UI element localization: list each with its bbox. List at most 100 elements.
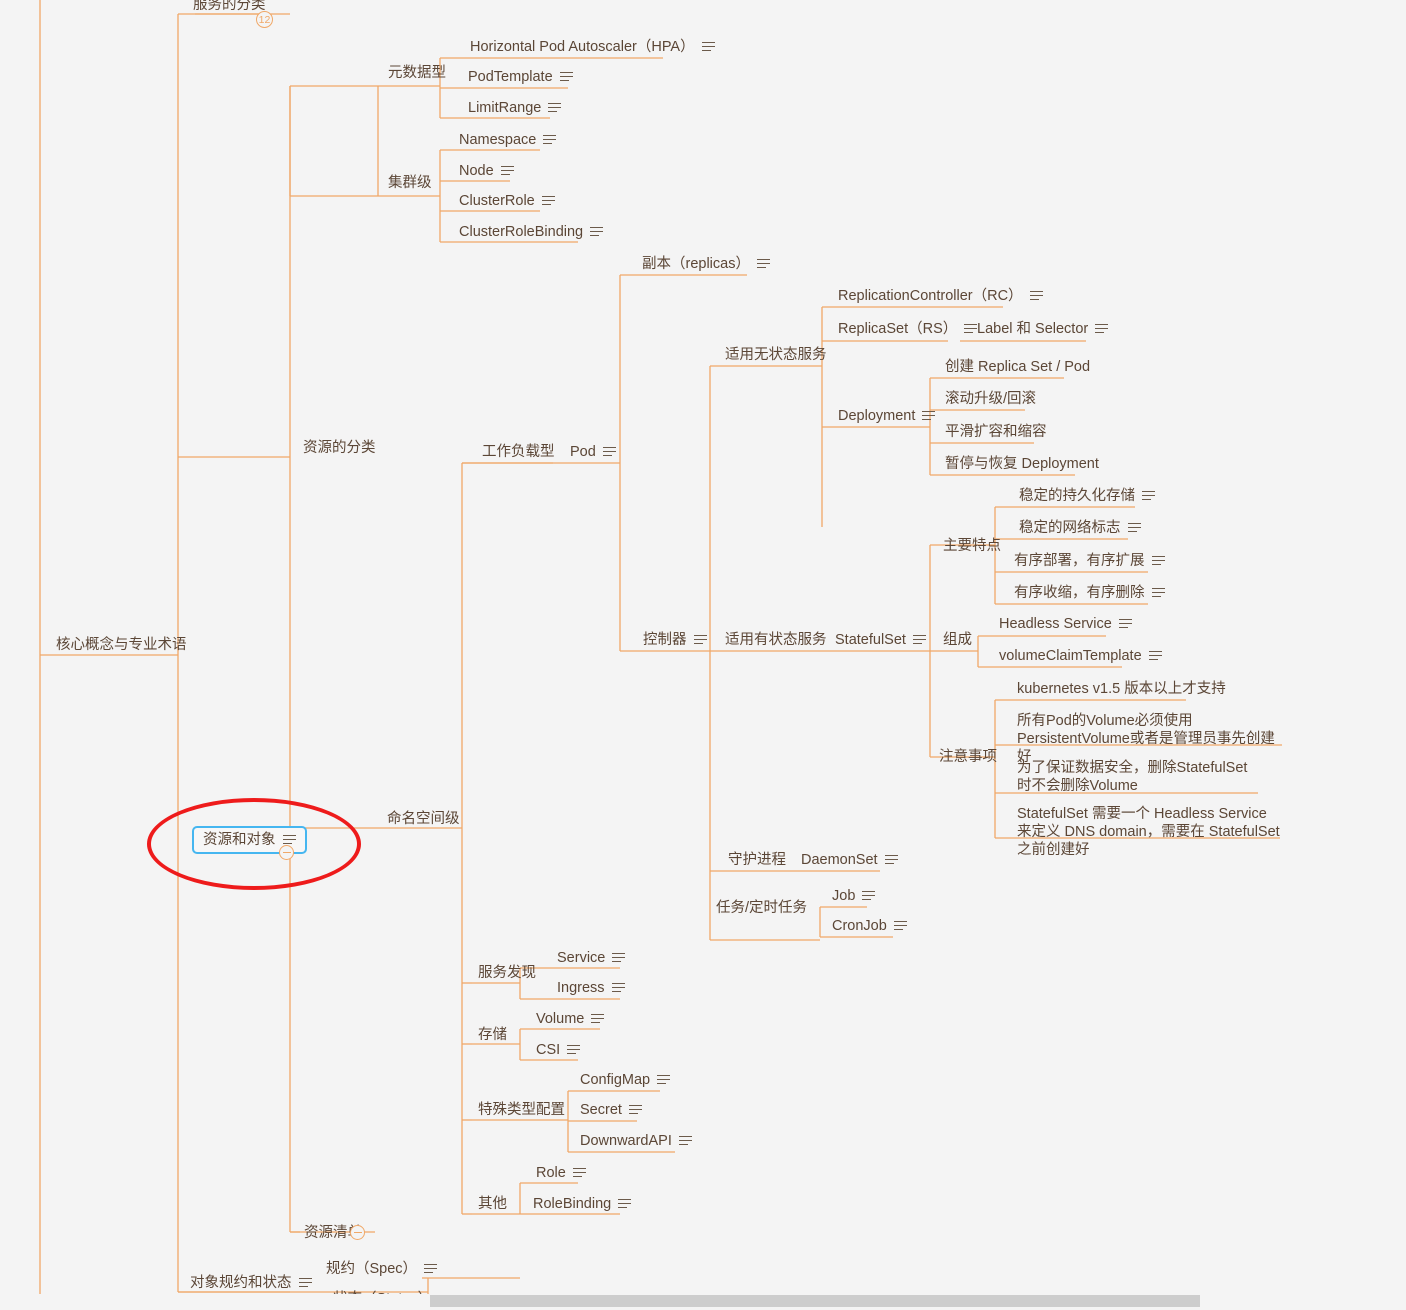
notes-icon[interactable] [572, 1167, 586, 1179]
node-feature-stable-storage[interactable]: 稳定的持久化存储 [1015, 485, 1159, 507]
notes-icon[interactable] [548, 102, 562, 114]
notes-icon[interactable] [862, 890, 876, 902]
notes-icon[interactable] [541, 195, 555, 207]
node-feature-ordered-deploy[interactable]: 有序部署，有序扩展 [1010, 550, 1169, 572]
node-feature-stable-network[interactable]: 稳定的网络标志 [1015, 517, 1145, 539]
node-ingress[interactable]: Ingress [553, 977, 629, 999]
notes-icon[interactable] [618, 1198, 632, 1210]
notes-icon[interactable] [611, 982, 625, 994]
notes-icon[interactable] [678, 1135, 692, 1147]
notes-icon[interactable] [1142, 490, 1155, 502]
node-note-headless-dns[interactable]: StatefulSet 需要一个 Headless Service 来定义 DN… [1013, 803, 1285, 861]
collapse-toggle-resources-and-objects[interactable] [279, 845, 294, 860]
node-limit-range[interactable]: LimitRange [464, 97, 565, 119]
node-cluster-role[interactable]: ClusterRole [455, 190, 559, 212]
node-namespace[interactable]: Namespace [455, 129, 560, 151]
notes-icon[interactable] [559, 71, 573, 83]
node-role-binding[interactable]: RoleBinding [529, 1193, 635, 1215]
node-deployment-scaling[interactable]: 平滑扩容和缩容 [941, 421, 1051, 443]
node-configmap[interactable]: ConfigMap [576, 1069, 674, 1091]
node-stateless-services[interactable]: 适用无状态服务 [721, 344, 831, 366]
mindmap-canvas[interactable]: 核心概念与专业术语 服务的分类 12 资源的分类 对象规约和状态 资源清单 规约… [0, 0, 1406, 1308]
node-replicaset[interactable]: ReplicaSet（RS） [834, 318, 981, 340]
node-daemonset[interactable]: DaemonSet [797, 849, 902, 871]
node-replicas[interactable]: 副本（replicas） [638, 253, 774, 275]
node-job[interactable]: Job [828, 885, 879, 907]
node-label-and-selector[interactable]: Label 和 Selector [973, 318, 1112, 340]
notes-icon[interactable] [884, 854, 898, 866]
node-object-spec-status[interactable]: 对象规约和状态 [186, 1272, 316, 1294]
node-deployment-rolling-update[interactable]: 滚动升级/回滚 [941, 388, 1040, 410]
node-cluster-role-binding[interactable]: ClusterRoleBinding [455, 221, 607, 243]
node-volume-claim-template[interactable]: volumeClaimTemplate [995, 645, 1166, 667]
node-other[interactable]: 其他 [474, 1193, 511, 1215]
notes-icon[interactable] [1095, 323, 1109, 335]
node-workload-type[interactable]: 工作负载型 [478, 441, 559, 463]
node-stateful-services[interactable]: 适用有状态服务 [721, 629, 831, 651]
horizontal-scrollbar-track[interactable] [0, 1294, 1406, 1308]
horizontal-scrollbar-thumb[interactable] [430, 1295, 1200, 1307]
notes-icon[interactable] [701, 41, 715, 53]
node-spec[interactable]: 规约（Spec） [322, 1258, 441, 1280]
node-replication-controller[interactable]: ReplicationController（RC） [834, 285, 1047, 307]
node-node[interactable]: Node [455, 160, 518, 182]
node-storage[interactable]: 存储 [474, 1024, 511, 1046]
notes-icon[interactable] [756, 258, 770, 270]
count-badge[interactable]: 12 [256, 11, 273, 28]
notes-icon[interactable] [693, 634, 707, 646]
notes-icon[interactable] [1148, 650, 1162, 662]
notes-icon[interactable] [1151, 587, 1165, 599]
node-note-delete-safety[interactable]: 为了保证数据安全，删除StatefulSet时不会删除Volume [1013, 757, 1265, 797]
node-root[interactable]: 核心概念与专业术语 [52, 634, 191, 656]
notes-icon[interactable] [1118, 618, 1132, 630]
node-service[interactable]: Service [553, 947, 629, 969]
node-note-k8s-version[interactable]: kubernetes v1.5 版本以上才支持 [1013, 678, 1230, 700]
node-role[interactable]: Role [532, 1162, 590, 1184]
node-cluster-level[interactable]: 集群级 [384, 172, 436, 194]
node-namespace-level[interactable]: 命名空间级 [383, 808, 464, 830]
notes-icon[interactable] [612, 952, 626, 964]
node-notes-title[interactable]: 注意事项 [935, 746, 1001, 768]
notes-icon[interactable] [893, 920, 907, 932]
node-feature-ordered-shrink[interactable]: 有序收缩，有序删除 [1010, 582, 1169, 604]
node-resource-classification[interactable]: 资源的分类 [299, 437, 380, 459]
notes-icon[interactable] [282, 834, 296, 846]
node-secret[interactable]: Secret [576, 1099, 646, 1121]
notes-icon[interactable] [500, 165, 514, 177]
node-deployment[interactable]: Deployment [834, 405, 939, 427]
node-daemon-process[interactable]: 守护进程 [724, 849, 790, 871]
notes-icon[interactable] [657, 1074, 671, 1086]
node-service-discovery[interactable]: 服务发现 [474, 962, 540, 984]
notes-icon[interactable] [591, 1013, 605, 1025]
collapse-toggle-resource-manifest[interactable] [350, 1225, 365, 1240]
node-pod-template[interactable]: PodTemplate [464, 66, 577, 88]
node-downward-api[interactable]: DownwardAPI [576, 1130, 696, 1152]
node-hpa[interactable]: Horizontal Pod Autoscaler（HPA） [466, 36, 719, 58]
node-pod[interactable]: Pod [566, 441, 620, 463]
node-job-tasks[interactable]: 任务/定时任务 [712, 897, 811, 919]
node-cronjob[interactable]: CronJob [828, 915, 911, 937]
node-deployment-create[interactable]: 创建 Replica Set / Pod [941, 356, 1094, 378]
notes-icon[interactable] [590, 226, 604, 238]
notes-icon[interactable] [567, 1044, 581, 1056]
notes-icon[interactable] [922, 410, 936, 422]
notes-icon[interactable] [1151, 555, 1165, 567]
node-special-config[interactable]: 特殊类型配置 [474, 1099, 569, 1121]
node-metadata-type[interactable]: 元数据型 [384, 62, 450, 84]
node-controller[interactable]: 控制器 [639, 629, 711, 651]
node-csi[interactable]: CSI [532, 1039, 584, 1061]
node-statefulset[interactable]: StatefulSet [831, 629, 930, 651]
notes-icon[interactable] [602, 446, 616, 458]
node-headless-service[interactable]: Headless Service [995, 613, 1136, 635]
notes-icon[interactable] [424, 1263, 438, 1275]
notes-icon[interactable] [1029, 290, 1043, 302]
node-deployment-pause-resume[interactable]: 暂停与恢复 Deployment [941, 453, 1103, 475]
notes-icon[interactable] [1127, 522, 1141, 534]
node-main-features[interactable]: 主要特点 [939, 535, 1005, 557]
notes-icon[interactable] [912, 634, 926, 646]
node-volume[interactable]: Volume [532, 1008, 608, 1030]
node-composition[interactable]: 组成 [939, 629, 976, 651]
notes-icon[interactable] [298, 1277, 312, 1289]
notes-icon[interactable] [628, 1104, 642, 1116]
notes-icon[interactable] [543, 134, 557, 146]
